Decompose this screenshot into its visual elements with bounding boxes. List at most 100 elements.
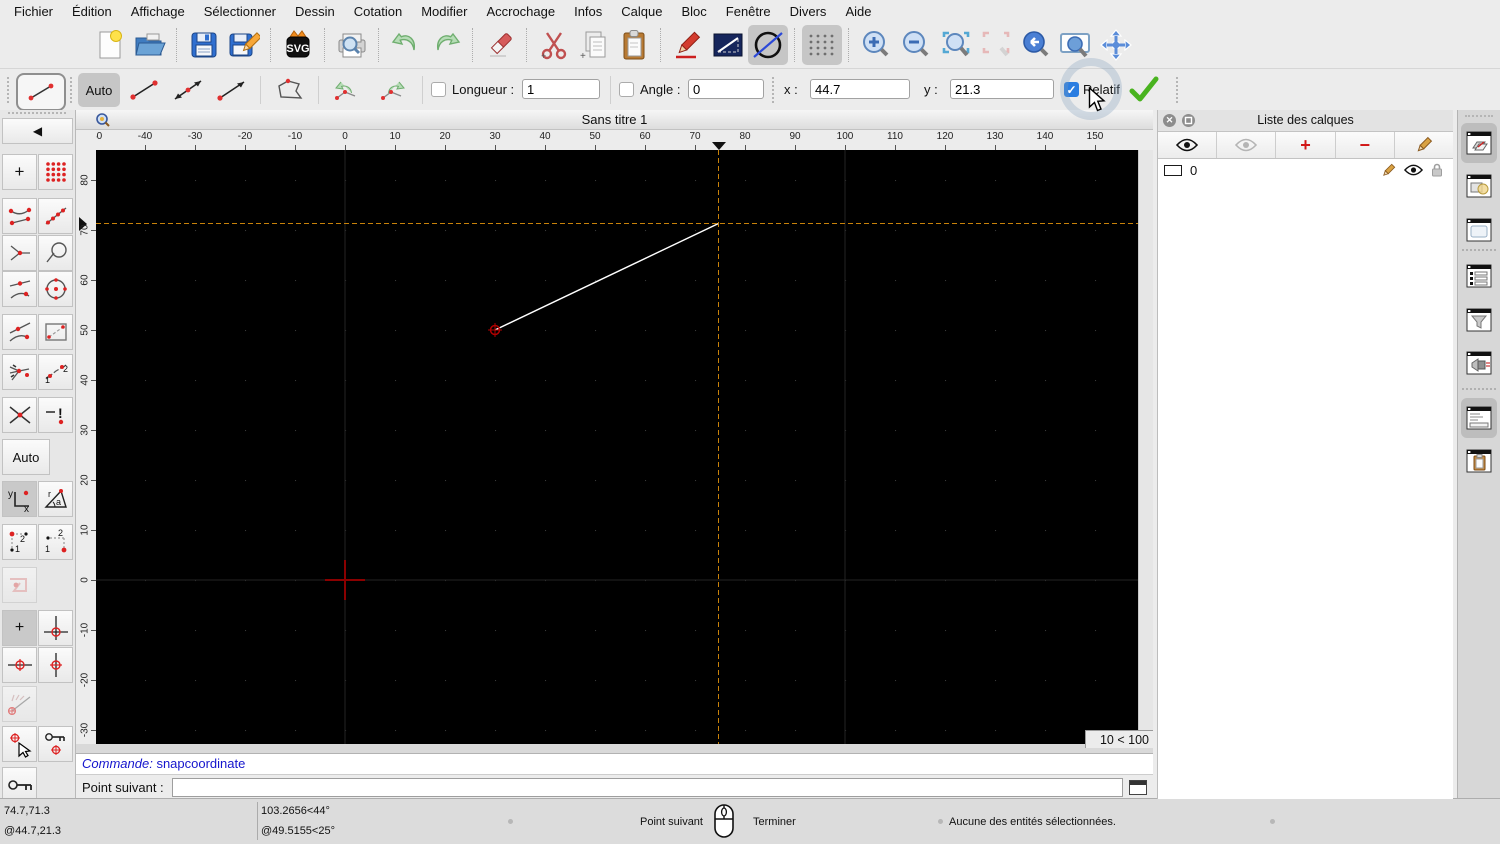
lock-relative-zero-button[interactable] (38, 726, 73, 762)
menu-item[interactable]: Calque (621, 4, 662, 19)
snap-grid-button[interactable] (38, 154, 73, 190)
dock-clipboard-button[interactable] (1461, 441, 1497, 481)
save-button[interactable] (184, 25, 224, 65)
snap-middle-button[interactable] (2, 271, 37, 307)
relative-point-2-button[interactable]: 12 (38, 524, 73, 560)
restrict-free-button[interactable]: + (2, 610, 37, 646)
zoom-in-button[interactable] (856, 25, 896, 65)
add-layer-button[interactable]: + (1276, 132, 1336, 158)
set-relative-zero-button[interactable] (2, 726, 37, 762)
layer-edit-icon[interactable] (1381, 163, 1396, 178)
snap-intersection-button[interactable] (2, 354, 37, 390)
line-two-points-button[interactable] (124, 73, 164, 107)
snap-cross-button[interactable] (2, 397, 37, 433)
print-preview-button[interactable] (332, 25, 372, 65)
toolbar-handle[interactable] (772, 77, 777, 103)
new-document-button[interactable] (90, 25, 130, 65)
toolbar-handle[interactable] (70, 77, 75, 103)
menu-item[interactable]: Divers (790, 4, 827, 19)
grid-toggle-button[interactable] (802, 25, 842, 65)
snap-intersection-auto-button[interactable] (2, 235, 37, 271)
angle-input[interactable] (688, 79, 764, 99)
restrict-horizontal-button[interactable] (2, 647, 37, 683)
menu-item[interactable]: Modifier (421, 4, 467, 19)
command-input[interactable] (171, 777, 1123, 797)
dock-entity-list-button[interactable] (1461, 256, 1497, 296)
menu-item[interactable]: Bloc (681, 4, 706, 19)
dock-command-line-button[interactable] (1461, 398, 1497, 438)
dock-library-browser-button[interactable] (1461, 210, 1497, 250)
snap-middle-manual-button[interactable] (2, 567, 37, 603)
delete-button[interactable] (480, 25, 520, 65)
vertical-scrollbar[interactable] (1138, 150, 1153, 744)
snap-tangent-button[interactable] (38, 235, 73, 271)
menu-item[interactable]: Infos (574, 4, 602, 19)
layer-color-swatch[interactable] (1164, 164, 1182, 176)
undo-button[interactable] (386, 25, 426, 65)
pen-button[interactable] (668, 25, 708, 65)
show-all-layers-button[interactable] (1158, 132, 1218, 158)
polygon-button[interactable] (268, 73, 312, 107)
menu-item[interactable]: Accrochage (486, 4, 555, 19)
snap-auto-button[interactable]: Auto (2, 439, 50, 475)
layer-row[interactable]: 0 (1158, 159, 1453, 181)
length-checkbox[interactable] (431, 82, 446, 97)
panel-close-button[interactable]: ✕ (1163, 114, 1176, 127)
menu-item[interactable]: Affichage (131, 4, 185, 19)
toolbar-handle[interactable] (8, 112, 66, 117)
layer-visibility-icon[interactable] (1404, 164, 1423, 176)
snap-intersection-manual-button[interactable]: 12 (38, 354, 73, 390)
save-as-button[interactable] (224, 25, 264, 65)
toolbar-handle[interactable] (1465, 115, 1493, 117)
menu-item[interactable]: Cotation (354, 4, 402, 19)
snap-distance-button[interactable] (38, 314, 73, 350)
snap-endpoints-button[interactable] (2, 198, 37, 234)
layer-lock-icon[interactable] (1431, 163, 1443, 177)
snap-on-entity-button[interactable] (38, 198, 73, 234)
paste-button[interactable] (614, 25, 654, 65)
copy-button[interactable]: + (574, 25, 614, 65)
y-input[interactable] (950, 79, 1054, 99)
ray-button[interactable] (212, 73, 252, 107)
snap-free-button[interactable]: + (2, 154, 37, 190)
export-svg-button[interactable]: SVG (278, 25, 318, 65)
undo-segment-button[interactable] (326, 73, 368, 107)
line-auto-mode-button[interactable]: Auto (78, 73, 120, 107)
relative-point-1-button[interactable]: 12 (2, 524, 37, 560)
document-titlebar[interactable]: Sans titre 1 (76, 110, 1153, 130)
remove-layer-button[interactable]: − (1335, 132, 1395, 158)
toolbar-handle[interactable] (7, 77, 12, 103)
drawing-canvas[interactable] (96, 150, 1138, 744)
length-input[interactable] (522, 79, 600, 99)
open-file-button[interactable] (130, 25, 170, 65)
angle-checkbox[interactable] (619, 82, 634, 97)
zoom-auto-button[interactable] (936, 25, 976, 65)
redo-segment-button[interactable] (372, 73, 414, 107)
dock-block-list-button[interactable] (1461, 166, 1497, 206)
snap-nearest-button[interactable] (2, 314, 37, 350)
restrict-nothing-button[interactable]: ! (38, 397, 73, 433)
redo-button[interactable] (426, 25, 466, 65)
line-both-directions-button[interactable] (168, 73, 208, 107)
menu-item[interactable]: Dessin (295, 4, 335, 19)
zoom-back-button[interactable] (1016, 25, 1056, 65)
menu-item[interactable]: Fenêtre (726, 4, 771, 19)
current-tool-line-button[interactable] (16, 73, 66, 111)
snap-angle-button[interactable] (2, 686, 37, 722)
apply-coordinates-button[interactable] (1128, 75, 1160, 103)
x-input[interactable] (810, 79, 910, 99)
dock-filter-button[interactable] (1461, 300, 1497, 340)
restrict-vertical-button[interactable] (38, 647, 73, 683)
coordinate-polar-button[interactable]: ra (38, 481, 73, 517)
snap-back-button[interactable]: ◀ (2, 118, 73, 144)
zoom-pan-button[interactable] (1096, 25, 1136, 65)
dock-layer-list-button[interactable] (1461, 123, 1497, 163)
menu-item[interactable]: Édition (72, 4, 112, 19)
cut-button[interactable]: + (534, 25, 574, 65)
panel-float-button[interactable] (1182, 114, 1195, 127)
snap-center-button[interactable] (38, 271, 73, 307)
menu-item[interactable]: Sélectionner (204, 4, 276, 19)
dock-announce-button[interactable] (1461, 343, 1497, 383)
command-window-toggle-button[interactable] (1129, 779, 1147, 795)
zoom-previous-button[interactable] (976, 25, 1016, 65)
